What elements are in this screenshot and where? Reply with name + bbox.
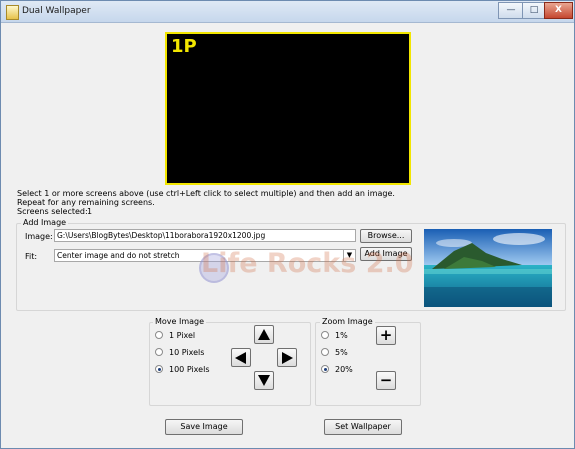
move-100-pixels-radio[interactable] [155, 365, 163, 373]
set-wallpaper-button[interactable]: Set Wallpaper [324, 419, 402, 435]
zoom-20-percent-radio[interactable] [321, 365, 329, 373]
move-right-button[interactable] [277, 348, 297, 367]
minimize-button[interactable]: — [498, 2, 524, 19]
screens-selected-label: Screens selected: [17, 207, 88, 216]
browse-button[interactable]: Browse... [360, 229, 412, 243]
zoom-in-button[interactable]: + [376, 326, 396, 345]
move-10-pixels-label: 10 Pixels [169, 348, 205, 357]
instruction-line-2: Repeat for any remaining screens. [17, 198, 155, 207]
move-down-button[interactable] [254, 371, 274, 390]
add-image-group-label: Add Image [21, 218, 69, 227]
zoom-image-group [315, 322, 421, 406]
watermark-text: Life Rocks 2.0 [201, 248, 414, 279]
fit-label: Fit: [25, 252, 38, 261]
move-image-group-label: Move Image [153, 317, 207, 326]
arrow-right-icon [282, 352, 293, 364]
move-up-button[interactable] [254, 325, 274, 344]
arrow-down-icon [258, 375, 270, 386]
move-10-pixels-radio[interactable] [155, 348, 163, 356]
image-path-value: G:\Users\BlogBytes\Desktop\11borabora192… [57, 231, 266, 240]
screens-selected-value: 1 [87, 207, 93, 216]
image-path-field[interactable]: G:\Users\BlogBytes\Desktop\11borabora192… [54, 229, 356, 242]
save-image-button[interactable]: Save Image [165, 419, 243, 435]
arrow-up-icon [258, 329, 270, 340]
fit-dropdown-value: Center image and do not stretch [57, 251, 180, 260]
arrow-left-icon [235, 352, 246, 364]
zoom-5-percent-radio[interactable] [321, 348, 329, 356]
instruction-line-1: Select 1 or more screens above (use ctrl… [17, 189, 395, 198]
title-bar[interactable]: Dual Wallpaper — □ X [1, 1, 574, 23]
zoom-20-percent-label: 20% [335, 365, 353, 374]
maximize-button[interactable]: □ [522, 2, 546, 19]
app-icon [6, 5, 19, 20]
image-label: Image: [25, 232, 53, 241]
zoom-out-button[interactable]: − [376, 371, 396, 390]
move-left-button[interactable] [231, 348, 251, 367]
move-1-pixel-radio[interactable] [155, 331, 163, 339]
zoom-image-group-label: Zoom Image [320, 317, 375, 326]
image-thumbnail [424, 229, 552, 307]
move-100-pixels-label: 100 Pixels [169, 365, 210, 374]
zoom-1-percent-radio[interactable] [321, 331, 329, 339]
zoom-5-percent-label: 5% [335, 348, 348, 357]
screen-preview[interactable]: 1P [165, 32, 411, 185]
zoom-1-percent-label: 1% [335, 331, 348, 340]
screen-label: 1P [171, 36, 197, 57]
move-1-pixel-label: 1 Pixel [169, 331, 196, 340]
close-button[interactable]: X [544, 2, 573, 19]
window-title: Dual Wallpaper [22, 6, 91, 16]
app-window: Dual Wallpaper — □ X 1P Select 1 or more… [0, 0, 575, 449]
